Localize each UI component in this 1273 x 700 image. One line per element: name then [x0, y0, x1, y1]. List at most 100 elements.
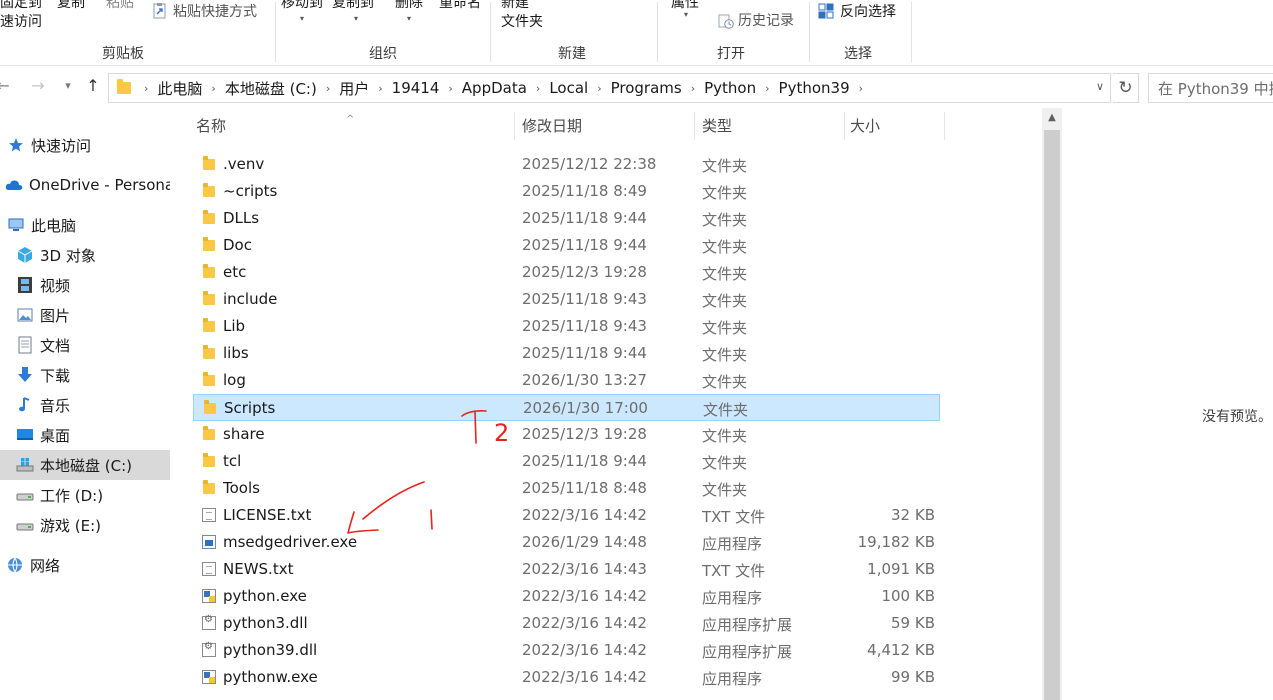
sidebar-item-drive-d[interactable]: 工作 (D:)	[0, 480, 170, 510]
forward-arrow-icon[interactable]: →	[27, 76, 49, 95]
column-header-name[interactable]: 名称 ^	[172, 108, 514, 144]
file-row[interactable]: python.exe 2022/3/16 14:42 应用程序 100 KB	[193, 583, 940, 610]
breadcrumb-chevron-icon[interactable]: ›	[850, 82, 872, 95]
sidebar-item-quick-access[interactable]: 快速访问	[0, 130, 170, 160]
breadcrumb-chevron-icon[interactable]: ›	[202, 82, 224, 95]
breadcrumb-item[interactable]: AppData	[462, 79, 527, 97]
file-row[interactable]: NEWS.txt 2022/3/16 14:43 TXT 文件 1,091 KB	[193, 556, 940, 583]
file-row[interactable]: include 2025/11/18 9:43 文件夹	[193, 286, 940, 313]
pin-quick-access-label[interactable]: 速访问	[0, 13, 42, 31]
delete-button[interactable]: 删除	[395, 0, 423, 12]
file-row[interactable]: tcl 2025/11/18 9:44 文件夹	[193, 448, 940, 475]
column-header-type[interactable]: 类型	[678, 108, 828, 144]
file-row[interactable]: python3.dll 2022/3/16 14:42 应用程序扩展 59 KB	[193, 610, 940, 637]
file-row[interactable]: ~cripts 2025/11/18 8:49 文件夹	[193, 178, 940, 205]
breadcrumb-item[interactable]: Local	[549, 79, 588, 97]
computer-icon	[8, 218, 24, 231]
file-row[interactable]: libs 2025/11/18 9:44 文件夹	[193, 340, 940, 367]
breadcrumb-item[interactable]: Python	[704, 79, 756, 97]
organize-group: 移动到 复制到 删除 重命名 ▾ ▾ ▾ 组织	[276, 0, 490, 66]
breadcrumb-item[interactable]: 本地磁盘 (C:)	[225, 78, 317, 99]
sidebar-item-desktop[interactable]: 桌面	[0, 420, 170, 450]
column-header-date[interactable]: 修改日期	[498, 108, 678, 144]
move-to-button[interactable]: 移动到	[281, 0, 323, 12]
up-arrow-icon[interactable]: ↑	[82, 76, 104, 95]
file-row[interactable]: LICENSE.txt 2022/3/16 14:42 TXT 文件 32 KB	[193, 502, 940, 529]
folder-icon	[203, 156, 215, 170]
column-header-size[interactable]: 大小	[826, 108, 944, 144]
new-folder-label[interactable]: 文件夹	[501, 13, 543, 31]
sidebar-item-music[interactable]: 音乐	[0, 390, 170, 420]
file-name: pythonw.exe	[223, 668, 318, 686]
copy-to-button[interactable]: 复制到	[332, 0, 374, 12]
file-row[interactable]: share 2025/12/3 19:28 文件夹	[193, 421, 940, 448]
address-dropdown-icon[interactable]: ∨	[1096, 80, 1104, 93]
file-row[interactable]: pythonw.exe 2022/3/16 14:42 应用程序 99 KB	[193, 664, 940, 691]
sidebar-item-documents[interactable]: 文档	[0, 330, 170, 360]
file-row[interactable]: DLLs 2025/11/18 9:44 文件夹	[193, 205, 940, 232]
sidebar-item-pictures[interactable]: 图片	[0, 300, 170, 330]
sidebar-item-network[interactable]: 网络	[0, 550, 170, 580]
file-row[interactable]: Scripts 2026/1/30 17:00 文件夹	[193, 394, 940, 421]
vertical-scrollbar[interactable]: ▲	[1042, 108, 1062, 700]
sidebar-item-drive-e[interactable]: 游戏 (E:)	[0, 510, 170, 540]
breadcrumb-item[interactable]: 此电脑	[157, 78, 202, 99]
file-modified-date: 2025/12/3 19:28	[522, 425, 647, 443]
breadcrumb-chevron-icon[interactable]: ›	[135, 82, 157, 95]
breadcrumb-item[interactable]: 19414	[392, 79, 440, 97]
breadcrumb-item[interactable]: Programs	[611, 79, 682, 97]
copy-to-dropdown-icon[interactable]: ▾	[354, 14, 358, 23]
breadcrumb-chevron-icon[interactable]: ›	[588, 82, 610, 95]
sort-ascending-icon: ^	[346, 114, 355, 125]
breadcrumb-chevron-icon[interactable]: ›	[369, 82, 391, 95]
folder-icon	[203, 291, 215, 305]
address-bar[interactable]: › 此电脑 › 本地磁盘 (C:) › 用户 › 19414 › AppData…	[108, 73, 1111, 103]
rename-button[interactable]: 重命名	[439, 0, 481, 12]
refresh-icon[interactable]: ↻	[1113, 73, 1139, 103]
sidebar-item-videos[interactable]: 视频	[0, 270, 170, 300]
column-divider[interactable]	[944, 112, 945, 140]
breadcrumb-chevron-icon[interactable]: ›	[439, 82, 461, 95]
pin-quick-access-button[interactable]: 固定到	[0, 0, 42, 12]
sidebar-item-downloads[interactable]: 下载	[0, 360, 170, 390]
breadcrumb-chevron-icon[interactable]: ›	[317, 82, 339, 95]
file-row[interactable]: Lib 2025/11/18 9:43 文件夹	[193, 313, 940, 340]
new-folder-button[interactable]: 新建	[501, 0, 529, 12]
file-row[interactable]: Tools 2025/11/18 8:48 文件夹	[193, 475, 940, 502]
folder-icon	[203, 480, 215, 494]
history-button[interactable]: 历史记录	[738, 12, 794, 30]
move-to-dropdown-icon[interactable]: ▾	[300, 14, 304, 23]
breadcrumb-item[interactable]: 用户	[339, 78, 369, 99]
sidebar-item-3d-objects[interactable]: 3D 对象	[0, 240, 170, 270]
copy-button[interactable]: 复制	[57, 0, 85, 12]
paste-button[interactable]: 粘贴	[106, 0, 134, 12]
select-group: 反向选择 选择	[810, 0, 912, 66]
paste-shortcut-button[interactable]: 粘贴快捷方式	[173, 3, 257, 21]
file-row[interactable]: .venv 2025/12/12 22:38 文件夹	[193, 151, 940, 178]
file-name: NEWS.txt	[223, 560, 294, 578]
breadcrumb-chevron-icon[interactable]: ›	[527, 82, 549, 95]
cube-icon	[17, 247, 33, 263]
sidebar-item-local-disk-c[interactable]: 本地磁盘 (C:)	[0, 450, 170, 480]
file-row[interactable]: log 2026/1/30 13:27 文件夹	[193, 367, 940, 394]
invert-selection-button[interactable]: 反向选择	[840, 3, 896, 21]
breadcrumb-item[interactable]: Python39	[779, 79, 850, 97]
file-row[interactable]: msedgedriver.exe 2026/1/29 14:48 应用程序 19,18…	[193, 529, 940, 556]
scroll-up-arrow-icon[interactable]: ▲	[1042, 108, 1062, 128]
clipboard-group: 固定到 速访问 复制 粘贴 粘贴快捷方式 剪贴板	[0, 0, 275, 66]
search-input[interactable]: 在 Python39 中搜索	[1148, 73, 1273, 103]
sidebar-item-onedrive[interactable]: OneDrive - Personal	[0, 170, 170, 200]
breadcrumb-chevron-icon[interactable]: ›	[756, 82, 778, 95]
sidebar-item-this-pc[interactable]: 此电脑	[0, 210, 170, 240]
delete-dropdown-icon[interactable]: ▾	[407, 14, 411, 23]
back-arrow-icon[interactable]: ←	[0, 76, 14, 95]
folder-icon	[203, 372, 215, 386]
recent-locations-chevron-icon[interactable]: ▾	[57, 79, 79, 92]
scrollbar-thumb[interactable]	[1044, 130, 1060, 700]
select-group-label: 选择	[844, 46, 872, 62]
file-row[interactable]: Doc 2025/11/18 9:44 文件夹	[193, 232, 940, 259]
file-row[interactable]: etc 2025/12/3 19:28 文件夹	[193, 259, 940, 286]
breadcrumb-chevron-icon[interactable]: ›	[682, 82, 704, 95]
properties-dropdown-icon[interactable]: ▾	[684, 10, 688, 19]
file-row[interactable]: python39.dll 2022/3/16 14:42 应用程序扩展 4,412 K…	[193, 637, 940, 664]
